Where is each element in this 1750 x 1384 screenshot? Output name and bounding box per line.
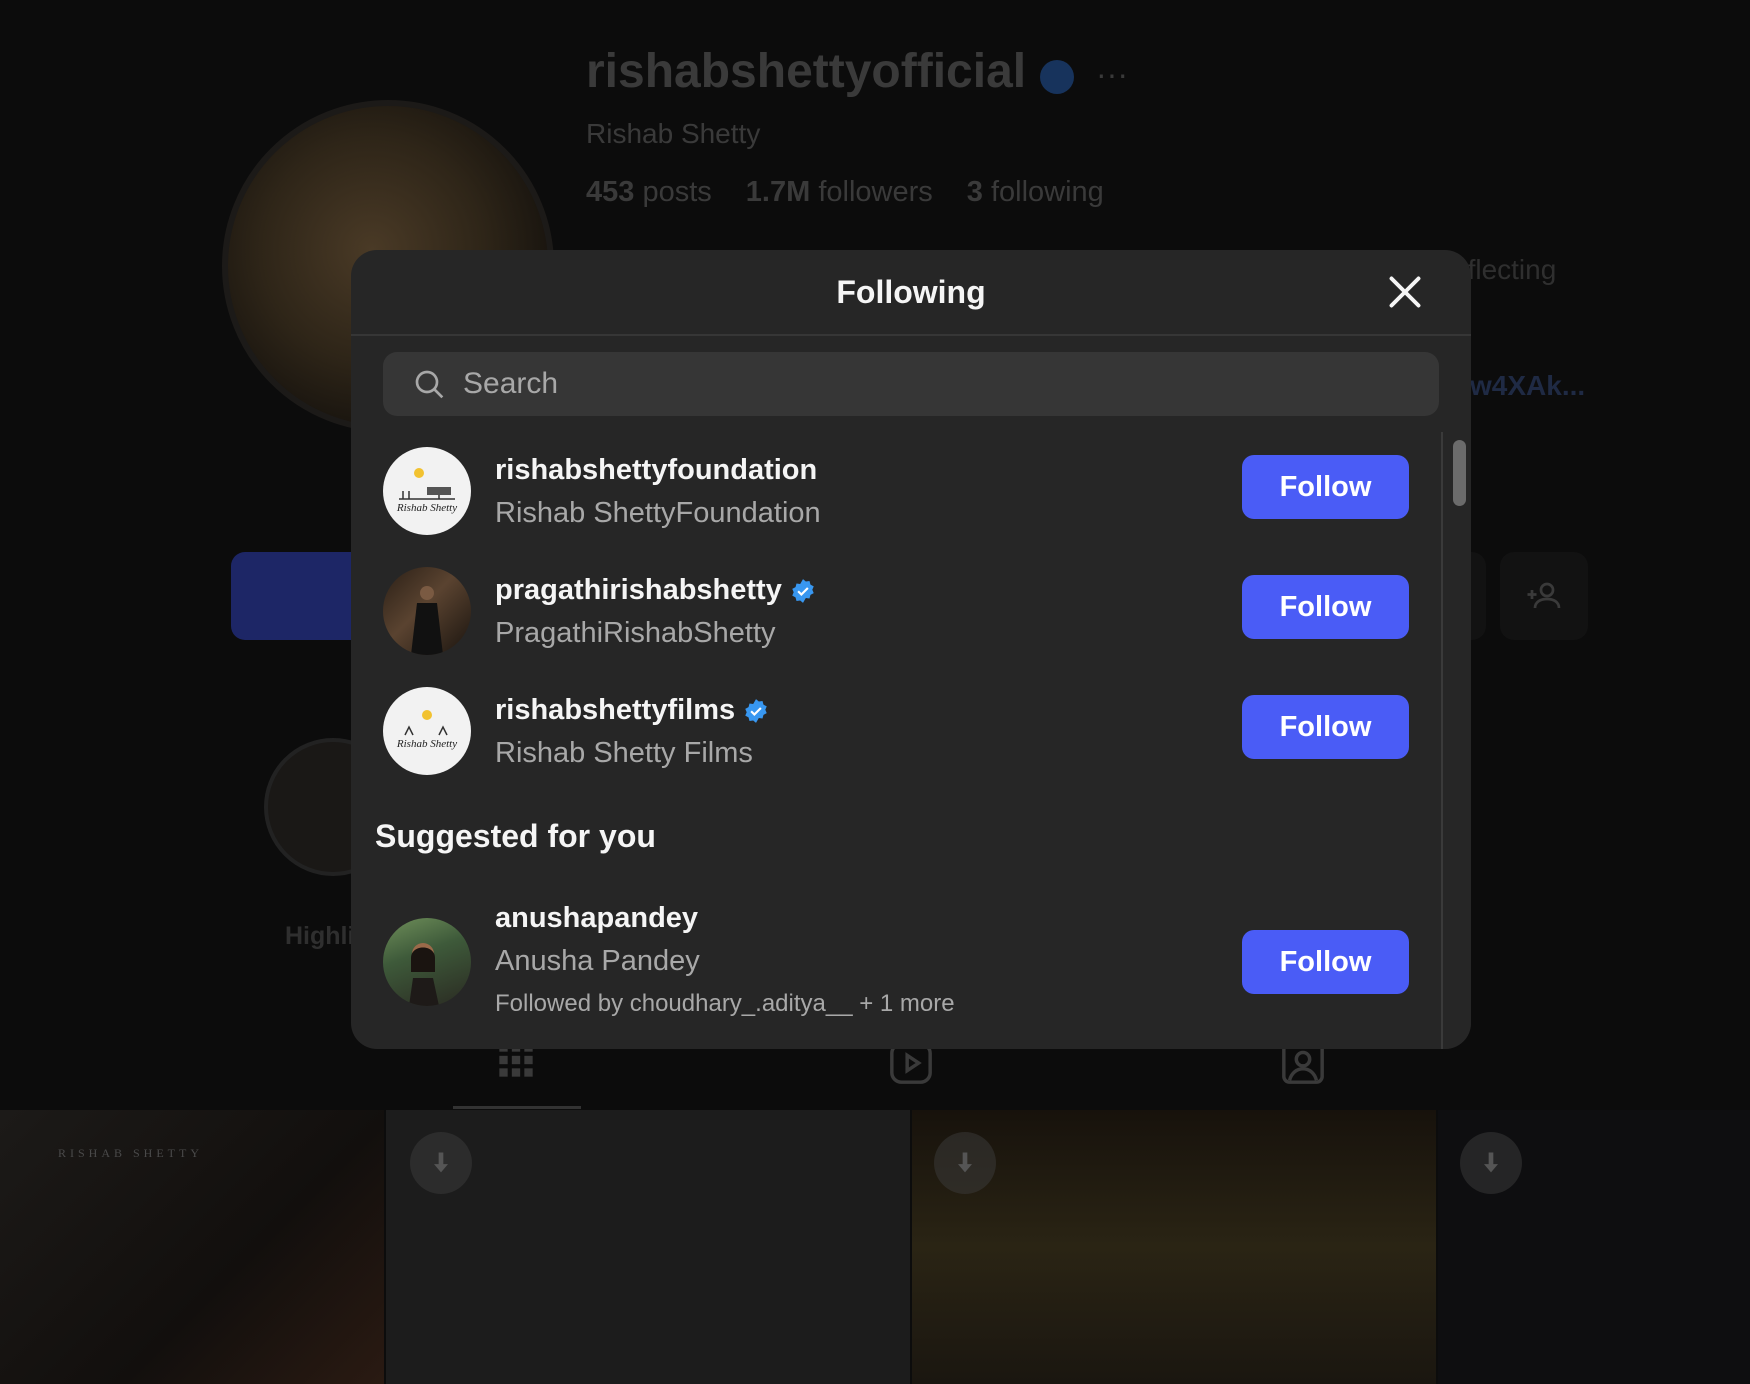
verified-badge-icon (790, 578, 816, 604)
more-options-icon: ··· (1096, 56, 1128, 92)
profile-follow-button (231, 552, 371, 640)
post-tile (384, 1110, 912, 1384)
post-tile: RISHAB SHETTY (0, 1110, 384, 1384)
download-icon (1460, 1132, 1522, 1194)
list-item: pragathirishabshetty PragathiRishabShett… (351, 552, 1441, 662)
follow-button[interactable]: Follow (1242, 575, 1409, 639)
full-name: Anusha Pandey (495, 945, 700, 977)
list-item-text: pragathirishabshetty PragathiRishabShett… (495, 574, 816, 650)
profile-tabs (0, 1040, 1750, 1110)
close-icon[interactable] (1383, 270, 1427, 314)
highlight-label: Highli (285, 922, 355, 950)
person-photo-avatar[interactable] (383, 567, 471, 655)
scrollbar-thumb[interactable] (1453, 440, 1466, 506)
full-name: Rishab ShettyFoundation (495, 497, 821, 529)
list-item: anushapandey Anusha Pandey Followed by c… (351, 892, 1441, 1032)
username-link[interactable]: pragathirishabshetty (495, 574, 816, 607)
list-item: Rishab Shetty rishabshettyfoundation Ris… (351, 432, 1441, 542)
following-count: 3 following (966, 176, 1104, 208)
mutual-followers-text: Followed by choudhary_.aditya__ + 1 more (495, 990, 955, 1017)
profile-link-fragment: w4XAk... (1470, 370, 1586, 401)
foundation-logo-avatar[interactable]: Rishab Shetty (383, 447, 471, 535)
full-name: PragathiRishabShetty (495, 617, 776, 649)
follow-button[interactable]: Follow (1242, 930, 1409, 994)
post-tile (910, 1110, 1438, 1384)
following-dialog: Following Rishab Shetty (351, 250, 1471, 1049)
post-caption-text: RISHAB SHETTY (58, 1146, 204, 1160)
download-icon (410, 1132, 472, 1194)
following-list: Rishab Shetty rishabshettyfoundation Ris… (351, 432, 1441, 1049)
post-tile (1436, 1110, 1750, 1384)
person-photo-avatar[interactable] (383, 918, 471, 1006)
search-input[interactable] (461, 366, 1425, 402)
follow-button[interactable]: Follow (1242, 455, 1409, 519)
posts-count: 453 posts (586, 176, 712, 208)
verified-badge-icon (743, 698, 769, 724)
posts-grid: RISHAB SHETTY (0, 1110, 1750, 1384)
profile-username: rishabshettyofficial (586, 45, 1027, 98)
profile-full-name: Rishab Shetty (586, 118, 761, 149)
verified-icon (1040, 60, 1074, 94)
dialog-title: Following (836, 274, 986, 310)
suggested-section-title: Suggested for you (375, 818, 656, 854)
list-item: Rishab Shetty rishabshettyfilms Rishab S… (351, 672, 1441, 782)
followers-count: 1.7M followers (745, 176, 933, 208)
download-icon (934, 1132, 996, 1194)
list-item-text: anushapandey Anusha Pandey Followed by c… (495, 902, 955, 1018)
username-link[interactable]: rishabshettyfoundation (495, 454, 821, 487)
username-link[interactable]: rishabshettyfilms (495, 694, 769, 727)
add-user-icon (1500, 552, 1588, 640)
list-item-text: rishabshettyfoundation Rishab ShettyFoun… (495, 454, 821, 530)
active-tab-indicator (453, 1106, 581, 1109)
list-item-text: rishabshettyfilms Rishab Shetty Films (495, 694, 769, 770)
dialog-header: Following (351, 250, 1471, 336)
svg-text:Rishab Shetty: Rishab Shetty (396, 502, 457, 514)
search-icon (413, 368, 445, 400)
scrollbar[interactable] (1441, 432, 1471, 1049)
full-name: Rishab Shetty Films (495, 737, 753, 769)
follow-button[interactable]: Follow (1242, 695, 1409, 759)
search-bar (383, 352, 1439, 416)
svg-text:Rishab Shetty: Rishab Shetty (396, 738, 457, 750)
profile-stats: 453 posts 1.7M followers 3 following (586, 176, 1104, 209)
username-link[interactable]: anushapandey (495, 902, 955, 935)
films-logo-avatar[interactable]: Rishab Shetty (383, 687, 471, 775)
